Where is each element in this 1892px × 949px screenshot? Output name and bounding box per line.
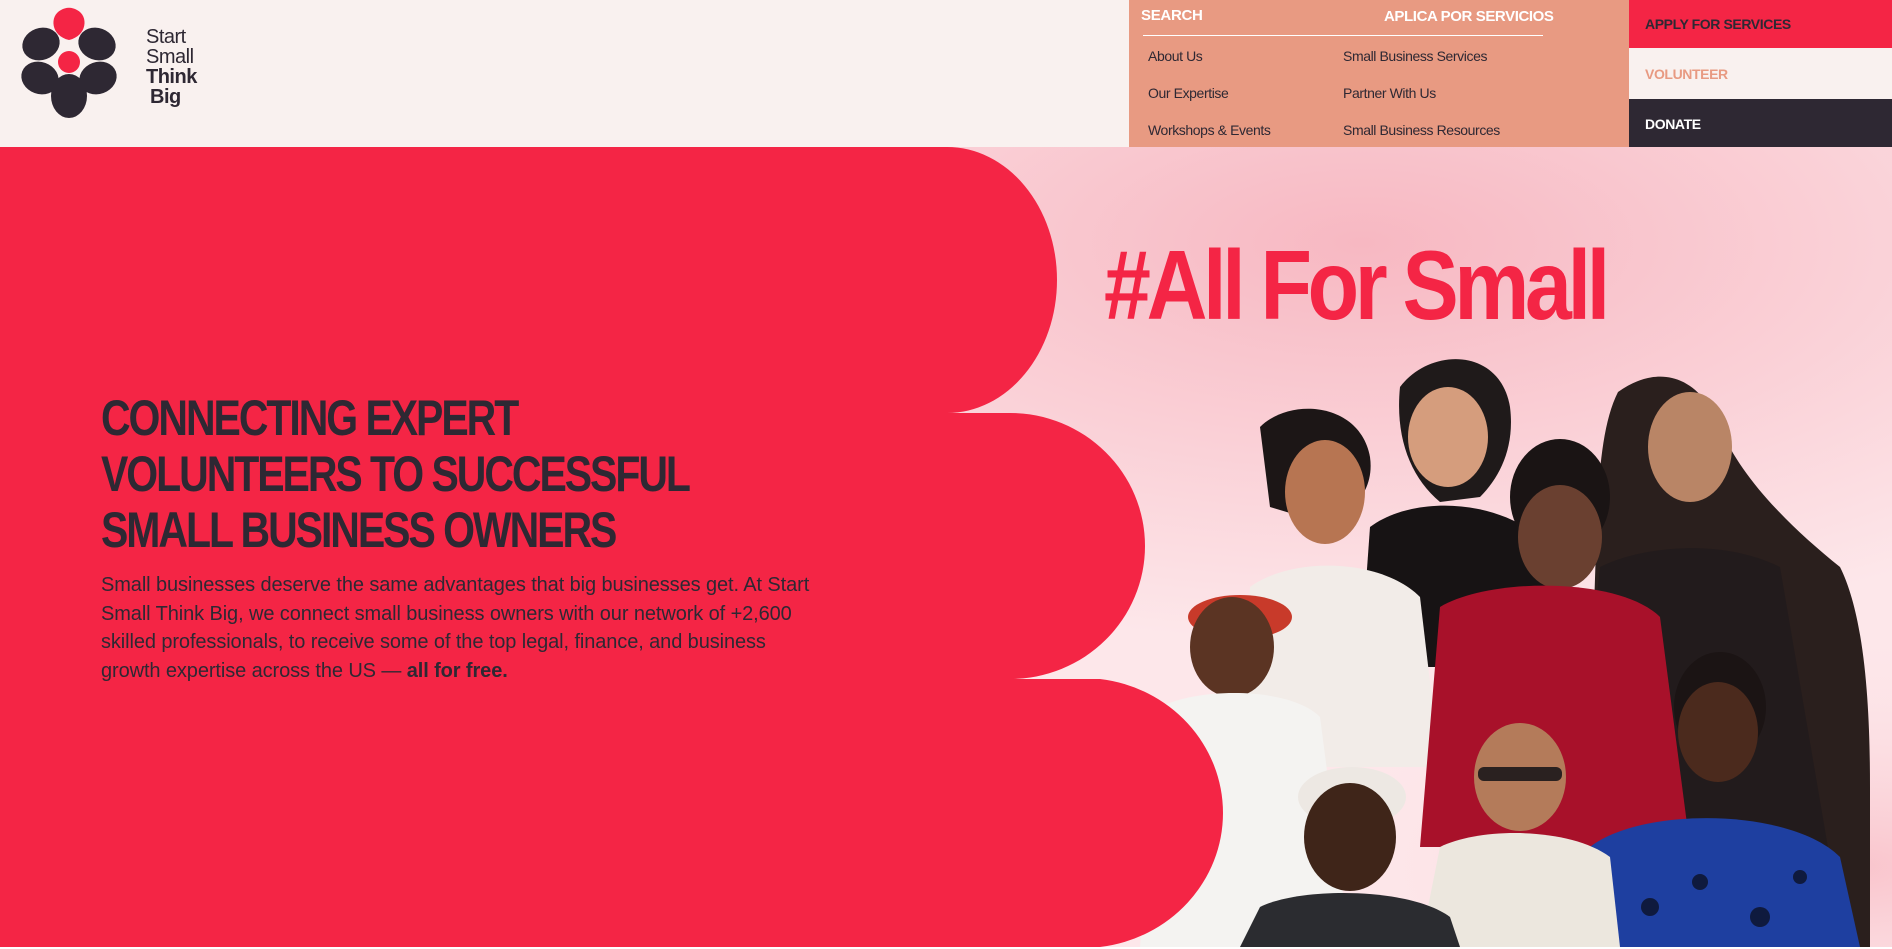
nav-divider xyxy=(1143,35,1543,36)
nav-item-partner-with-us[interactable]: Partner With Us xyxy=(1343,85,1436,101)
logo-line-start: Start xyxy=(146,26,186,48)
hero-section: #All For Small CONNECTING EXPERT VOLUNTE… xyxy=(0,147,1892,947)
site-logo[interactable]: Start Small Think Big xyxy=(16,5,197,120)
site-header: Start Small Think Big SEARCH APLICA POR … xyxy=(0,0,1892,147)
apply-for-services-button[interactable]: APPLY FOR SERVICES xyxy=(1629,0,1892,48)
search-link[interactable]: SEARCH xyxy=(1141,7,1203,24)
logo-wordmark: Start Small Think Big xyxy=(146,27,197,107)
nav-item-workshops-events[interactable]: Workshops & Events xyxy=(1148,122,1271,138)
logo-line-think: Think xyxy=(146,66,197,88)
flower-logo-icon xyxy=(21,7,117,118)
all-for-small-hashtag: #All For Small xyxy=(1104,230,1610,340)
nav-item-about-us[interactable]: About Us xyxy=(1148,48,1203,64)
hero-description: Small businesses deserve the same advant… xyxy=(101,571,811,685)
volunteer-button[interactable]: VOLUNTEER xyxy=(1629,48,1892,99)
aplica-por-servicios-link[interactable]: APLICA POR SERVICIOS xyxy=(1384,8,1554,25)
donate-button[interactable]: DONATE xyxy=(1629,99,1892,147)
hero-description-emphasis: all for free. xyxy=(406,659,508,682)
nav-item-small-business-resources[interactable]: Small Business Resources xyxy=(1343,122,1500,138)
nav-item-our-expertise[interactable]: Our Expertise xyxy=(1148,85,1229,101)
logo-line-big: Big xyxy=(150,86,181,108)
logo-line-small: Small xyxy=(146,46,194,68)
nav-item-small-business-services[interactable]: Small Business Services xyxy=(1343,48,1487,64)
main-nav: SEARCH APLICA POR SERVICIOS About Us Our… xyxy=(1129,0,1629,147)
hero-headline: CONNECTING EXPERT VOLUNTEERS TO SUCCESSF… xyxy=(101,390,690,558)
